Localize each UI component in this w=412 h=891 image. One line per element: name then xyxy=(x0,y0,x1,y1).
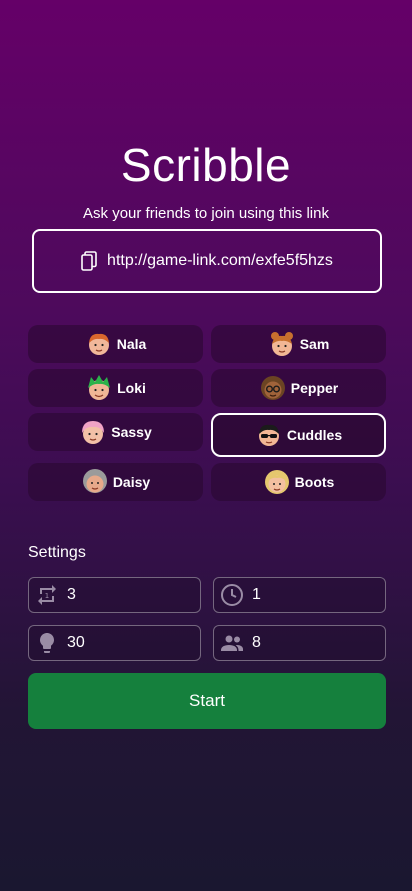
player-card-loki[interactable]: Loki xyxy=(28,369,203,407)
time-field[interactable]: 1 xyxy=(213,577,386,613)
player-card-sassy[interactable]: Sassy xyxy=(28,413,203,451)
player-name: Pepper xyxy=(290,380,339,396)
curly-hair-glasses-avatar-icon xyxy=(260,376,285,400)
players-field[interactable]: 8 xyxy=(213,625,386,661)
green-hair-avatar-icon xyxy=(88,375,111,400)
time-value[interactable]: 1 xyxy=(252,586,261,604)
bun-hair-avatar-icon xyxy=(270,332,293,356)
player-card-nala[interactable]: Nala xyxy=(28,325,203,363)
player-name: Boots xyxy=(294,474,335,490)
rounds-value[interactable]: 3 xyxy=(67,586,76,604)
player-card-sam[interactable]: Sam xyxy=(211,325,386,363)
player-card-boots[interactable]: Boots xyxy=(211,463,386,501)
invite-link-text[interactable]: http://game-link.com/exfe5f5hzs xyxy=(107,252,333,270)
hints-field[interactable]: 30 xyxy=(28,625,201,661)
lightbulb-icon xyxy=(40,633,54,653)
player-name: Nala xyxy=(116,336,147,352)
clock-icon xyxy=(221,584,243,606)
player-name: Sam xyxy=(299,336,330,352)
svg-text:1: 1 xyxy=(45,592,49,600)
players-value[interactable]: 8 xyxy=(252,634,261,652)
invite-subtitle: Ask your friends to join using this link xyxy=(83,205,329,222)
hints-value[interactable]: 30 xyxy=(67,634,85,652)
group-icon xyxy=(221,635,243,651)
blonde-hair-avatar-icon xyxy=(264,470,289,494)
app-title: Scribble xyxy=(120,139,292,191)
start-button[interactable]: Start xyxy=(28,673,386,729)
repeat-icon: 1 xyxy=(38,585,56,605)
settings-grid: 1 3 1 30 8 xyxy=(28,577,386,661)
copy-icon[interactable] xyxy=(81,251,97,271)
red-hair-avatar-icon xyxy=(88,333,109,355)
rounds-field[interactable]: 1 3 xyxy=(28,577,201,613)
player-card-cuddles[interactable]: Cuddles xyxy=(211,413,386,457)
player-grid: Nala Sam Loki Pepper Sassy Cuddles Daisy… xyxy=(28,325,386,501)
sunglasses-avatar-icon xyxy=(258,424,279,446)
pink-hair-avatar-icon xyxy=(82,421,105,444)
player-name: Daisy xyxy=(112,474,151,490)
player-name: Sassy xyxy=(111,424,152,440)
player-card-pepper[interactable]: Pepper xyxy=(211,369,386,407)
gray-hair-avatar-icon xyxy=(82,469,107,493)
player-card-daisy[interactable]: Daisy xyxy=(28,463,203,501)
invite-link-box[interactable]: http://game-link.com/exfe5f5hzs xyxy=(32,229,382,293)
player-name: Cuddles xyxy=(286,427,343,443)
settings-heading: Settings xyxy=(28,544,86,561)
player-name: Loki xyxy=(117,380,146,396)
